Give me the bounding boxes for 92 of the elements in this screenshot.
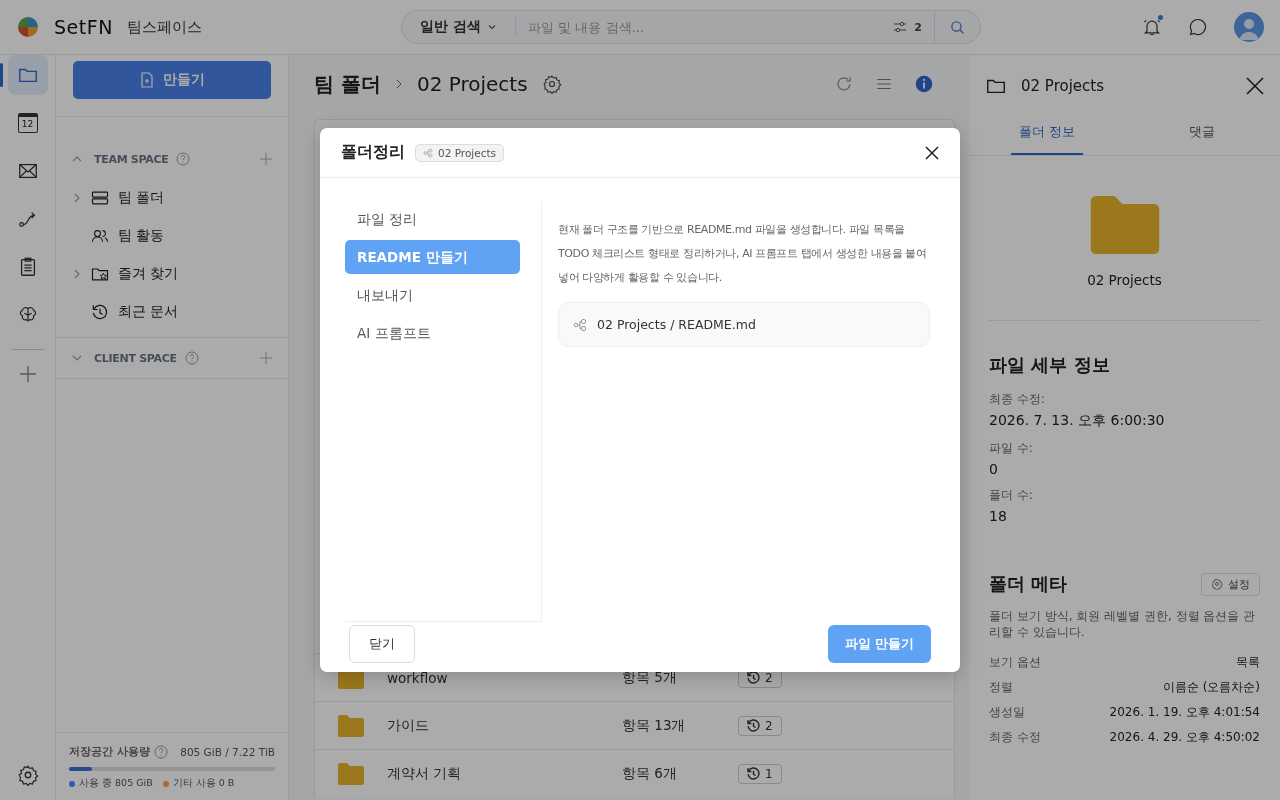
section-heading: 폴더 메타 bbox=[989, 572, 1068, 596]
folder-name[interactable]: 가이드 bbox=[387, 716, 622, 735]
workspace-name: 팀스페이스 bbox=[126, 17, 202, 37]
folder-icon bbox=[338, 714, 364, 737]
dialog-nav-item[interactable]: 내보내기 bbox=[345, 278, 520, 312]
dialog-nav-item[interactable]: AI 프롬프트 bbox=[345, 316, 520, 350]
sidebar-item[interactable]: 팀 활동 bbox=[118, 227, 165, 245]
item-count: 항목 6개 bbox=[622, 764, 678, 783]
add-icon[interactable] bbox=[17, 364, 38, 384]
expand-icon[interactable] bbox=[72, 193, 82, 203]
current-folder-title: 02 Projects bbox=[416, 72, 528, 96]
breadcrumb-link[interactable]: 팀 폴더 bbox=[314, 70, 381, 98]
help-icon[interactable] bbox=[176, 152, 191, 166]
description-text: 현재 폴더 구조를 기반으로 README.md 파일을 생성합니다. 파일 목록을 TODO 체크리스트 형태로 정리하거나, AI 프롬프트 탭에서 생성한 내용을 붙여넣어 다양하게 활용할 수 있습니다. bbox=[558, 222, 928, 286]
section-title: CLIENT SPACE bbox=[94, 351, 177, 365]
logo-icon bbox=[16, 15, 40, 39]
item-count: 항목 13개 bbox=[622, 716, 687, 735]
section-toggle-icon[interactable] bbox=[72, 154, 82, 164]
gear-icon bbox=[1211, 578, 1223, 590]
legend-label: 기타 사용 0 B bbox=[172, 777, 235, 790]
detail-value: 2026. 7. 13. 오후 6:00:30 bbox=[989, 412, 1166, 430]
detail-label: 폴더 수: bbox=[989, 487, 1034, 504]
history-icon bbox=[90, 302, 110, 322]
meta-value: 2026. 1. 19. 오후 4:01:54 bbox=[1109, 704, 1260, 721]
detail-value: 0 bbox=[989, 461, 999, 477]
meta-value: 목록 bbox=[1236, 654, 1260, 671]
path-chip: 02 Projects bbox=[415, 143, 505, 162]
filter-button[interactable]: 2 bbox=[880, 19, 934, 35]
history-icon bbox=[747, 719, 760, 732]
search-mode-dropdown[interactable]: 일반 검색 bbox=[402, 17, 516, 37]
help-icon[interactable] bbox=[184, 351, 199, 365]
sidebar-item[interactable]: 최근 문서 bbox=[118, 303, 179, 321]
detail-value: 18 bbox=[989, 508, 1008, 524]
panel-title: 02 Projects bbox=[1021, 77, 1104, 95]
settings-icon[interactable] bbox=[16, 764, 39, 786]
item-count: 항목 5개 bbox=[622, 668, 678, 687]
detail-label: 최종 수정: bbox=[989, 391, 1046, 408]
sidebar-item[interactable]: 팀 폴더 bbox=[118, 189, 165, 207]
close-button[interactable]: 닫기 bbox=[349, 625, 415, 663]
version-badge[interactable]: 1 bbox=[738, 763, 782, 784]
nav-rail-item[interactable]: 12 bbox=[7, 103, 48, 143]
search-bar[interactable]: 일반 검색 파일 및 내용 검색... 2 bbox=[401, 10, 981, 44]
meta-label: 보기 옵션 bbox=[989, 654, 1041, 671]
panel-tab[interactable]: 폴더 정보 bbox=[1010, 117, 1083, 155]
expand-icon[interactable] bbox=[72, 269, 82, 279]
user-avatar[interactable] bbox=[1234, 12, 1264, 42]
chevron-right-icon bbox=[394, 79, 403, 89]
add-icon[interactable] bbox=[260, 352, 272, 364]
meta-label: 최종 수정 bbox=[989, 729, 1041, 746]
history-icon bbox=[747, 671, 760, 684]
detail-label: 파일 수: bbox=[989, 440, 1034, 457]
settings-button[interactable]: 설정 bbox=[1201, 572, 1260, 596]
storage-total: 805 GiB / 7.22 TiB bbox=[180, 746, 275, 758]
sliders-icon bbox=[892, 19, 909, 35]
close-icon[interactable] bbox=[925, 145, 939, 160]
close-icon[interactable] bbox=[1246, 77, 1264, 95]
search-icon bbox=[949, 18, 966, 36]
tree-icon bbox=[573, 317, 587, 332]
calendar-icon: 12 bbox=[17, 113, 38, 133]
brand-name: SetFN bbox=[54, 16, 113, 38]
section-toggle-icon[interactable] bbox=[72, 353, 82, 363]
sidebar-item[interactable]: 즐겨 찾기 bbox=[118, 265, 179, 283]
refresh-icon[interactable] bbox=[835, 75, 853, 93]
settings-icon[interactable] bbox=[541, 74, 562, 94]
info-icon[interactable] bbox=[915, 75, 933, 93]
dialog-title: 폴더정리 bbox=[341, 142, 405, 163]
folder-name: 02 Projects bbox=[1087, 272, 1162, 288]
caret-icon bbox=[486, 22, 497, 32]
storage-label: 저장공간 사용량 bbox=[69, 745, 150, 759]
folder-icon bbox=[338, 762, 364, 785]
meta-label: 생성일 bbox=[989, 704, 1025, 721]
panel-tab[interactable]: 댓글 bbox=[1181, 117, 1224, 155]
section-heading: 파일 세부 정보 bbox=[989, 353, 1111, 377]
legend-label: 사용 중 805 GiB bbox=[79, 777, 153, 790]
history-icon bbox=[747, 767, 760, 780]
chat-icon[interactable] bbox=[1188, 17, 1208, 37]
help-icon[interactable] bbox=[153, 745, 168, 759]
meta-description: 폴더 보기 방식, 회원 레벨별 권한, 정렬 옵션을 관리할 수 있습니다. bbox=[989, 608, 1257, 640]
file-path: 02 Projects / README.md bbox=[597, 317, 756, 332]
section-title: TEAM SPACE bbox=[94, 152, 169, 166]
add-icon[interactable] bbox=[260, 153, 272, 165]
meta-value: 2026. 4. 29. 오후 4:50:02 bbox=[1109, 729, 1260, 746]
tree-icon bbox=[423, 147, 433, 158]
meta-label: 정렬 bbox=[989, 679, 1013, 696]
folder-name[interactable]: workflow bbox=[387, 669, 622, 686]
folder-name[interactable]: 계약서 기획 bbox=[387, 764, 622, 783]
meta-value: 이름순 (오름차순) bbox=[1162, 679, 1260, 696]
version-badge[interactable]: 2 bbox=[738, 715, 782, 736]
new-file-icon bbox=[139, 72, 155, 88]
notification-button[interactable] bbox=[1142, 17, 1162, 37]
dialog-nav-item[interactable]: 파일 정리 bbox=[345, 202, 520, 236]
search-field[interactable]: 파일 및 내용 검색... bbox=[515, 19, 881, 35]
